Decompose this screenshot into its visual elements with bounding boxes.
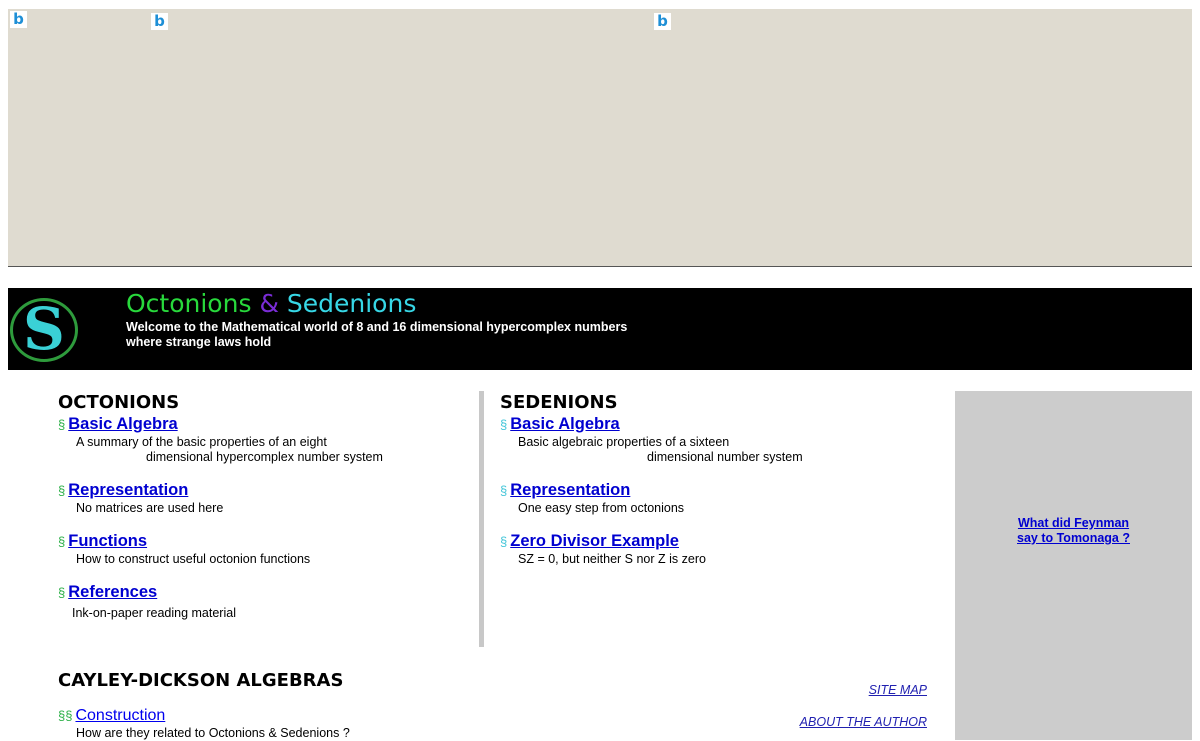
section-bullet-icon: § xyxy=(500,483,508,498)
tagline: Welcome to the Mathematical world of 8 a… xyxy=(126,320,627,350)
sedenions-basic-algebra-link[interactable]: Basic Algebra xyxy=(510,415,619,433)
list-item: § Basic Algebra A summary of the basic pr… xyxy=(58,414,478,465)
item-description: How to construct useful octonion functio… xyxy=(76,552,311,566)
cayley-dickson-heading: CAYLEY-DICKSON ALGEBRAS xyxy=(58,670,344,691)
octonions-functions-link[interactable]: Functions xyxy=(68,532,147,550)
title-sedenions: Sedenions xyxy=(286,289,417,318)
sedenions-zero-divisor-link[interactable]: Zero Divisor Example xyxy=(510,532,679,550)
section-bullet-icon: § xyxy=(500,417,508,432)
octonions-representation-link[interactable]: Representation xyxy=(68,481,188,499)
site-map-link[interactable]: SITE MAP xyxy=(869,683,927,697)
list-item: § Representation One easy step from octon… xyxy=(500,480,940,516)
list-item: § References Ink-on-paper reading materia… xyxy=(58,582,478,621)
octonions-references-link[interactable]: References xyxy=(68,583,157,601)
title-octonions: Octonions xyxy=(126,289,252,318)
item-description: SZ = 0, but neither S nor Z is zero xyxy=(518,552,706,566)
octonions-heading: OCTONIONS xyxy=(58,392,180,413)
site-logo-icon: S xyxy=(10,295,78,363)
about-author-link[interactable]: ABOUT THE AUTHOR xyxy=(800,715,927,729)
list-item: § Zero Divisor Example SZ = 0, but neithe… xyxy=(500,531,940,567)
sedenions-section: SEDENIONS § Basic Algebra Basic algebraic… xyxy=(500,392,940,582)
section-bullet-icon: § xyxy=(58,585,66,600)
feynman-link-line2[interactable]: say to Tomonaga ? xyxy=(1017,531,1130,545)
logo-glyph: S xyxy=(23,295,65,363)
site-title: Octonions & Sedenions xyxy=(126,289,416,318)
ad-info-icon[interactable]: b xyxy=(151,13,168,30)
sedenions-heading: SEDENIONS xyxy=(500,392,618,413)
tagline-line2: where strange laws hold xyxy=(126,335,272,349)
item-description: How are they related to Octonions & Sede… xyxy=(76,726,350,740)
section-bullet-icon: § xyxy=(58,534,66,549)
section-bullet-icon: §§ xyxy=(58,708,73,723)
list-item: §§ Construction How are they related to O… xyxy=(58,706,350,741)
tagline-line1: Welcome to the Mathematical world of 8 a… xyxy=(126,320,628,334)
item-description: No matrices are used here xyxy=(76,501,224,515)
section-bullet-icon: § xyxy=(58,483,66,498)
site-header: S Octonions & Sedenions Welcome to the M… xyxy=(8,288,1192,370)
ad-info-icon[interactable]: b xyxy=(10,11,27,28)
section-bullet-icon: § xyxy=(500,534,508,549)
item-description: dimensional hypercomplex number system xyxy=(146,450,383,464)
column-divider xyxy=(479,391,484,647)
item-description: One easy step from octonions xyxy=(518,501,685,515)
sidebar-panel: What did Feynman say to Tomonaga ? xyxy=(955,391,1192,740)
feynman-tomonaga-link[interactable]: What did Feynman say to Tomonaga ? xyxy=(955,516,1192,546)
octonions-section: OCTONIONS § Basic Algebra A summary of th… xyxy=(58,392,478,636)
ad-banner[interactable]: b b b xyxy=(8,9,1192,267)
list-item: § Representation No matrices are used her… xyxy=(58,480,478,516)
item-description: dimensional number system xyxy=(647,450,803,464)
section-bullet-icon: § xyxy=(58,417,66,432)
ad-info-icon[interactable]: b xyxy=(654,13,671,30)
item-description: Basic algebraic properties of a sixteen xyxy=(518,435,730,449)
title-ampersand: & xyxy=(259,289,279,318)
list-item: § Basic Algebra Basic algebraic propertie… xyxy=(500,414,940,465)
feynman-link-line1[interactable]: What did Feynman xyxy=(1018,516,1129,530)
cayley-construction-link[interactable]: Construction xyxy=(75,707,165,724)
sedenions-representation-link[interactable]: Representation xyxy=(510,481,630,499)
item-description: Ink-on-paper reading material xyxy=(72,606,236,620)
octonions-basic-algebra-link[interactable]: Basic Algebra xyxy=(68,415,177,433)
item-description: A summary of the basic properties of an … xyxy=(76,435,327,449)
list-item: § Functions How to construct useful octon… xyxy=(58,531,478,567)
